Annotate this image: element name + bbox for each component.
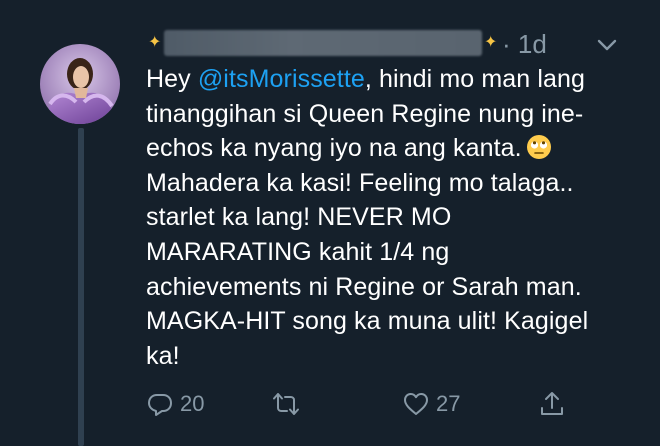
mention-link[interactable]: @itsMorissette bbox=[198, 65, 365, 93]
tweet-actions: 20 27 bbox=[146, 386, 576, 422]
reply-button[interactable]: 20 bbox=[146, 386, 204, 422]
like-count: 27 bbox=[436, 391, 461, 416]
author-name-redacted[interactable] bbox=[164, 30, 482, 56]
tweet-text: Hey @itsMorissette, hindi mo man lang ti… bbox=[146, 62, 636, 373]
heart-icon bbox=[404, 393, 428, 415]
tweet-line: echos ka nyang iyo na ang kanta. bbox=[146, 131, 636, 166]
tweet-timestamp[interactable]: · 1d bbox=[502, 30, 547, 58]
tweet-line: Mahadera ka kasi! Feeling mo talaga.. bbox=[146, 168, 574, 197]
tweet-line: Hey @itsMorissette, hindi mo man lang bbox=[146, 65, 585, 93]
share-button[interactable] bbox=[538, 386, 566, 422]
tweet-line: ka! bbox=[146, 341, 180, 370]
thread-line bbox=[78, 128, 84, 446]
rolling-eyes-emoji-icon bbox=[526, 135, 551, 160]
chevron-down-icon[interactable] bbox=[594, 32, 620, 58]
sparkles-icon: ✦ bbox=[148, 34, 162, 51]
tweet-card[interactable]: ✦ ✦ · 1d Hey @itsMorissette, hindi mo ma… bbox=[0, 0, 660, 446]
like-button[interactable]: 27 bbox=[402, 386, 460, 422]
avatar[interactable] bbox=[40, 44, 120, 124]
tweet-line: starlet ka lang! NEVER MO bbox=[146, 203, 452, 232]
tweet-line: MAGKA-HIT song ka muna ulit! Kagigel bbox=[146, 307, 589, 336]
retweet-button[interactable] bbox=[272, 386, 306, 422]
sparkles-icon: ✦ bbox=[484, 34, 498, 51]
share-icon bbox=[541, 392, 563, 415]
tweet-line: MARARATING kahit 1/4 ng bbox=[146, 237, 450, 266]
tweet-line: tinanggihan si Queen Regine nung ine- bbox=[146, 99, 584, 128]
reply-count: 20 bbox=[180, 391, 205, 416]
tweet-line: achievements ni Regine or Sarah man. bbox=[146, 272, 582, 301]
reply-icon bbox=[148, 394, 172, 416]
tweet-header: ✦ ✦ · 1d bbox=[146, 22, 646, 66]
retweet-icon bbox=[273, 393, 299, 415]
